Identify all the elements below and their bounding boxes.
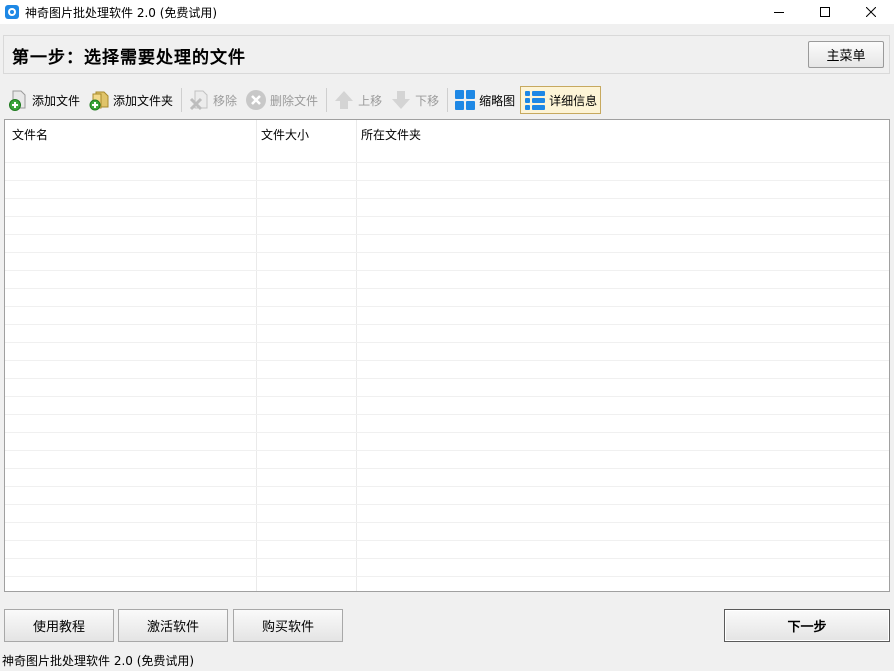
main-menu-button[interactable]: 主菜单 [808,41,884,68]
status-bar: 神奇图片批处理软件 2.0 (免费试用) [0,652,894,671]
maximize-button[interactable] [802,0,848,24]
toolbar-separator [447,88,449,112]
step-header: 第一步：选择需要处理的文件 主菜单 [3,35,890,74]
maximize-icon [820,7,830,17]
file-list[interactable]: 文件名 文件大小 所在文件夹 [4,119,890,592]
toolbar: 添加文件 添加文件夹 移除 删除文件 上移 下移 缩略图 详细信息 [4,84,890,116]
add-folder-button[interactable]: 添加文件夹 [85,86,176,114]
row-gridline [5,288,889,289]
title-bar: 神奇图片批处理软件 2.0 (免费试用) [0,0,894,24]
row-gridline [5,162,889,163]
row-gridline [5,468,889,469]
row-gridline [5,180,889,181]
delete-circle-icon [246,90,267,110]
row-gridline [5,234,889,235]
row-gridline [5,306,889,307]
row-gridline [5,414,889,415]
grid-icon [455,90,476,110]
toolbar-separator [326,88,328,112]
arrow-up-icon [335,91,354,109]
column-divider [256,120,257,591]
app-icon [5,5,19,19]
column-divider [356,120,357,591]
move-up-label: 上移 [358,93,383,108]
move-down-button[interactable]: 下移 [387,86,442,114]
toolbar-separator [181,88,183,112]
delete-file-label: 删除文件 [270,93,319,108]
row-gridline [5,342,889,343]
next-step-button[interactable]: 下一步 [724,609,890,642]
thumbnail-view-button[interactable]: 缩略图 [451,86,518,114]
column-header-folder[interactable]: 所在文件夹 [361,126,421,143]
details-label: 详细信息 [549,93,598,108]
add-file-button[interactable]: 添加文件 [4,86,83,114]
window-controls [756,0,894,24]
step-title: 第一步：选择需要处理的文件 [12,48,246,68]
row-gridline [5,558,889,559]
minimize-button[interactable] [756,0,802,24]
row-gridline [5,198,889,199]
minimize-icon [774,12,784,13]
window-title: 神奇图片批处理软件 2.0 (免费试用) [25,5,218,20]
add-file-icon [9,90,26,111]
add-file-label: 添加文件 [32,93,81,108]
move-up-button[interactable]: 上移 [330,86,385,114]
row-gridline [5,540,889,541]
row-gridline [5,360,889,361]
remove-icon [189,90,208,111]
add-folder-icon [89,91,109,111]
row-gridline [5,432,889,433]
remove-button[interactable]: 移除 [185,86,240,114]
remove-label: 移除 [213,93,238,108]
row-gridline [5,522,889,523]
row-gridline [5,450,889,451]
close-button[interactable] [848,0,894,24]
tutorial-button[interactable]: 使用教程 [4,609,114,642]
thumbnail-label: 缩略图 [479,93,516,108]
row-gridline [5,486,889,487]
list-icon [525,91,546,110]
buy-button[interactable]: 购买软件 [233,609,343,642]
row-gridline [5,252,889,253]
row-gridline [5,216,889,217]
file-list-header: 文件名 文件大小 所在文件夹 [5,120,889,146]
activate-button[interactable]: 激活软件 [118,609,228,642]
move-down-label: 下移 [415,93,440,108]
row-gridline [5,324,889,325]
row-gridline [5,576,889,577]
delete-file-button[interactable]: 删除文件 [242,86,321,114]
column-header-filename[interactable]: 文件名 [12,126,48,143]
column-header-filesize[interactable]: 文件大小 [261,126,309,143]
row-gridline [5,504,889,505]
close-icon [866,7,876,17]
row-gridline [5,396,889,397]
add-folder-label: 添加文件夹 [113,93,174,108]
details-view-button[interactable]: 详细信息 [520,86,602,114]
row-gridline [5,378,889,379]
row-gridline [5,270,889,271]
arrow-down-icon [392,91,411,109]
